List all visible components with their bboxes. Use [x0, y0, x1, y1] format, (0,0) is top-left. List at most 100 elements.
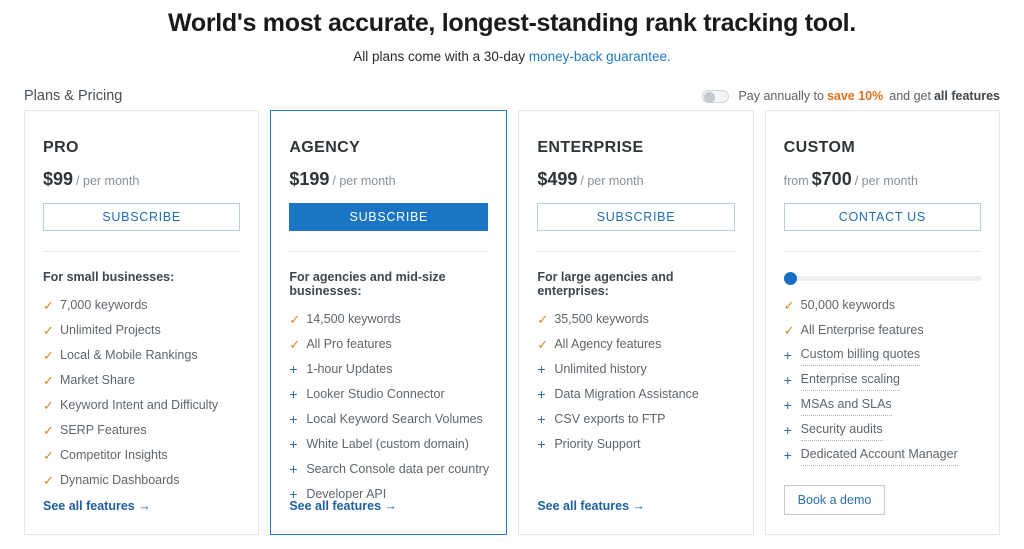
plan-cta-button[interactable]: SUBSCRIBE [289, 203, 489, 231]
annual-text-mid: and get [889, 89, 931, 103]
feature-label: All Agency features [554, 337, 662, 351]
plan-name: CUSTOM [783, 139, 856, 156]
keyword-volume-slider[interactable] [783, 272, 981, 285]
pricing-page: World's most accurate, longest-standing … [0, 0, 1024, 549]
feature-item: + White Label (custom domain) [289, 432, 488, 457]
plan-card-agency: AGENCY $199/ per month SUBSCRIBE For agenci… [270, 110, 508, 535]
plus-icon: + [289, 436, 298, 452]
feature-item: + CSV exports to FTP [537, 407, 734, 432]
feature-label: Looker Studio Connector [306, 387, 445, 401]
plan-card-pro: PRO $99/ per month SUBSCRIBE For small busi… [24, 110, 260, 535]
feature-label: White Label (custom domain) [306, 437, 469, 451]
feature-label: CSV exports to FTP [554, 412, 666, 426]
feature-label: Competitor Insights [60, 448, 168, 462]
feature-label: Search Console data per country [306, 462, 490, 476]
plus-icon: + [289, 411, 298, 427]
plan-card-enterprise: ENTERPRISE $499/ per month SUBSCRIBE For la… [518, 110, 754, 535]
plus-icon: + [289, 361, 298, 377]
feature-item[interactable]: + Custom billing quotes [784, 343, 981, 368]
page-subline: All plans come with a 30-day money-back … [0, 38, 1024, 64]
feature-label: Dedicated Account Manager [800, 443, 958, 466]
money-back-guarantee-link[interactable]: money-back guarantee. [529, 49, 671, 64]
feature-item[interactable]: + Enterprise scaling [784, 368, 981, 393]
plus-icon: + [783, 372, 792, 388]
card-footer: Book a demo [783, 485, 886, 515]
plus-icon: + [537, 386, 546, 402]
annual-billing-toggle[interactable] [702, 89, 730, 103]
plan-name: PRO [43, 139, 79, 156]
price-period: / per month [76, 174, 140, 188]
card-divider [783, 251, 981, 252]
feature-item: + Looker Studio Connector [289, 382, 488, 407]
check-icon: ✓ [783, 298, 795, 313]
feature-label: 35,500 keywords [554, 312, 649, 326]
plan-price-row: $499/ per month [537, 169, 734, 190]
feature-item: ✓ Market Share [43, 368, 240, 393]
book-a-demo-button[interactable]: Book a demo [783, 485, 886, 515]
price-amount: $99 [43, 169, 74, 189]
plan-cards-row: PRO $99/ per month SUBSCRIBE For small busi… [24, 110, 1000, 535]
feature-label: Dynamic Dashboards [60, 473, 180, 487]
card-divider [43, 251, 241, 252]
see-all-features-link[interactable]: See all features → [289, 499, 397, 513]
annual-save-badge: save 10% [826, 89, 884, 103]
price-from-label: from [783, 174, 809, 188]
feature-item: + Unlimited history [537, 357, 734, 382]
see-all-features-link[interactable]: See all features → [43, 499, 151, 513]
plan-cta-button[interactable]: CONTACT US [783, 203, 981, 231]
feature-label: MSAs and SLAs [800, 393, 892, 416]
feature-item[interactable]: + MSAs and SLAs [784, 393, 981, 418]
plan-feature-list: ✓ 50,000 keywords ✓ All Enterprise features… [784, 293, 981, 468]
price-period: / per month [854, 174, 918, 188]
plan-price-row: from $700/ per month [784, 169, 981, 190]
feature-label: Enterprise scaling [800, 368, 901, 391]
feature-item: ✓ Dynamic Dashboards [43, 468, 240, 493]
plan-name: ENTERPRISE [537, 139, 644, 156]
check-icon: ✓ [537, 312, 549, 327]
subline-text: All plans come with a 30-day [353, 49, 529, 64]
page-headline: World's most accurate, longest-standing … [168, 9, 856, 37]
annual-all-features: all features [933, 89, 1000, 103]
plus-icon: + [783, 397, 792, 413]
plan-feature-list: ✓ 35,500 keywords ✓ All Agency features + Unl… [537, 307, 734, 457]
check-icon: ✓ [43, 448, 54, 463]
see-all-features-link[interactable]: See all features → [537, 499, 645, 513]
price-period: / per month [332, 174, 396, 188]
plus-icon: + [783, 347, 792, 363]
plus-icon: + [289, 386, 298, 402]
feature-item: + Data Migration Assistance [537, 382, 734, 407]
card-footer: See all features → [537, 497, 645, 515]
feature-item[interactable]: + Security audits [784, 418, 981, 443]
feature-label: 7,000 keywords [60, 298, 148, 312]
annual-billing-row: Pay annually to save 10% and get all fea… [702, 89, 1000, 103]
plan-audience-label: For agencies and mid-size businesses: [289, 270, 446, 298]
check-icon: ✓ [289, 312, 301, 327]
check-icon: ✓ [43, 348, 54, 363]
plan-cta-button[interactable]: SUBSCRIBE [43, 203, 241, 231]
slider-track[interactable] [783, 276, 981, 281]
feature-item[interactable]: + Dedicated Account Manager [784, 443, 981, 468]
arrow-right-icon: → [134, 499, 151, 513]
feature-item: ✓ 50,000 keywords [784, 293, 981, 318]
check-icon: ✓ [43, 423, 54, 438]
feature-label: Custom billing quotes [800, 343, 921, 366]
plan-card-custom: CUSTOM from $700/ per month CONTACT US ✓ 50,0… [764, 110, 1000, 535]
check-icon: ✓ [43, 473, 54, 488]
see-all-features-label: See all features [43, 499, 135, 513]
price-amount: $700 [811, 169, 852, 189]
feature-item: + Search Console data per country [289, 457, 490, 482]
feature-label: 14,500 keywords [306, 312, 401, 326]
slider-handle[interactable] [783, 272, 797, 285]
feature-label: Market Share [60, 373, 136, 387]
plus-icon: + [783, 447, 792, 463]
plan-feature-list: ✓ 7,000 keywords ✓ Unlimited Projects ✓ Local… [43, 293, 240, 493]
plan-cta-button[interactable]: SUBSCRIBE [537, 203, 735, 231]
feature-label: 50,000 keywords [800, 298, 896, 312]
arrow-right-icon: → [381, 499, 398, 513]
plan-price-row: $199/ per month [289, 169, 488, 190]
feature-item: ✓ Unlimited Projects [43, 318, 240, 343]
check-icon: ✓ [289, 337, 301, 352]
plus-icon: + [537, 361, 546, 377]
check-icon: ✓ [537, 337, 549, 352]
section-bar: Plans & Pricing Pay annually to save 10%… [24, 86, 1000, 110]
